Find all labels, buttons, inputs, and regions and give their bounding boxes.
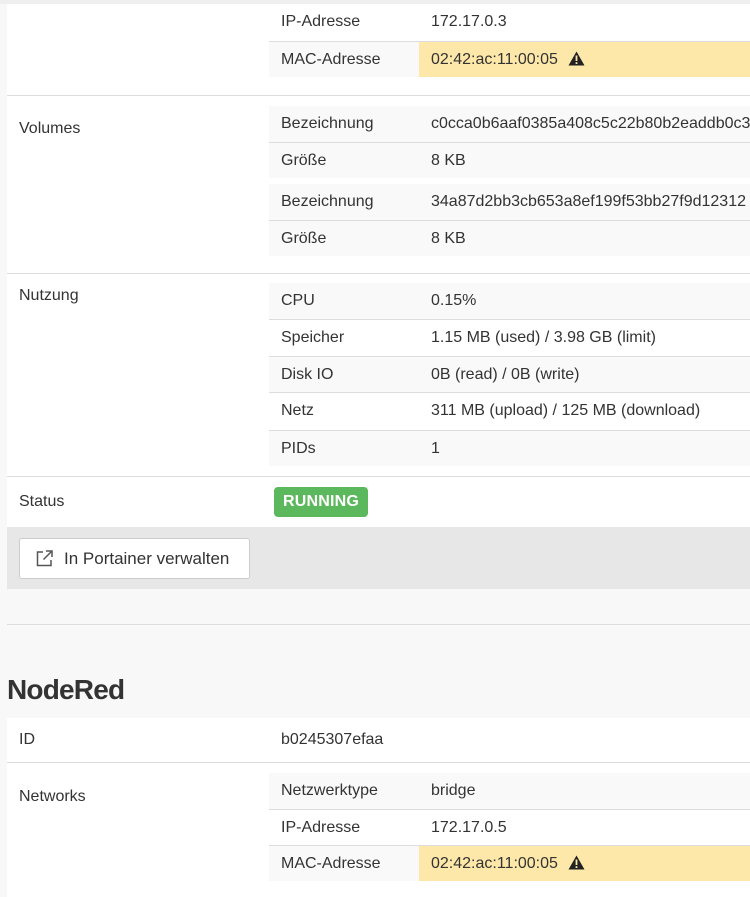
usage-pids-row: PIDs 1 — [269, 430, 750, 466]
nodered-card: ID b0245307efaa Networks Netzwerktype br… — [7, 718, 750, 897]
volume-name-row: Bezeichnung 34a87d2bb3cb653a8ef199f53bb2… — [269, 184, 750, 220]
kv-key: Größe — [281, 230, 327, 247]
id-value: b0245307efaa — [281, 731, 384, 748]
external-link-icon — [36, 550, 53, 567]
warning-icon — [568, 51, 585, 66]
id-label: ID — [19, 731, 35, 748]
kv-value: 172.17.0.5 — [431, 819, 507, 836]
mac-warning-value: 02:42:ac:11:00:05 — [419, 846, 750, 881]
kv-value: 8 KB — [431, 152, 466, 169]
kv-value: 8 KB — [431, 230, 466, 247]
kv-key: CPU — [281, 292, 315, 309]
networks-label: Networks — [19, 788, 86, 805]
kv-value: 311 MB (upload) / 125 MB (download) — [431, 402, 701, 419]
manage-in-portainer-button[interactable]: In Portainer verwalten — [19, 538, 250, 579]
usage-memory-row: Speicher 1.15 MB (used) / 3.98 GB (limit… — [269, 319, 750, 355]
kv-key: Speicher — [281, 329, 345, 346]
button-label: In Portainer verwalten — [64, 549, 230, 568]
kv-ip-address: IP-Adresse 172.17.0.3 — [269, 4, 750, 41]
kv-value: 02:42:ac:11:00:05 — [431, 51, 558, 68]
networks-section-tail: IP-Adresse 172.17.0.3 MAC-Adresse 02:42:… — [7, 4, 750, 95]
kv-ip-address: IP-Adresse 172.17.0.5 — [269, 809, 750, 845]
usage-disk-row: Disk IO 0B (read) / 0B (write) — [269, 356, 750, 392]
volume-size-row: Größe 8 KB — [269, 220, 750, 256]
status-label: Status — [19, 493, 65, 510]
kv-key: IP-Adresse — [281, 13, 361, 30]
usage-row: Nutzung CPU 0.15% Speicher 1.15 MB (used… — [7, 273, 750, 477]
kv-mac-address: MAC-Adresse 02:42:ac:11:00:05 — [269, 41, 750, 77]
kv-network-type: Netzwerktype bridge — [269, 773, 750, 809]
warning-icon — [568, 855, 585, 870]
kv-key: Größe — [281, 152, 327, 169]
volumes-row: Volumes Bezeichnung c0cca0b6aaf0385a408c… — [7, 95, 750, 273]
kv-key: MAC-Adresse — [281, 855, 381, 872]
volumes-section: Volumes Bezeichnung c0cca0b6aaf0385a408c… — [7, 95, 750, 273]
page: IP-Adresse 172.17.0.3 MAC-Adresse 02:42:… — [0, 0, 750, 897]
kv-value: 172.17.0.3 — [431, 13, 507, 30]
status-row: Status — [7, 476, 750, 527]
usage-cpu-row: CPU 0.15% — [269, 283, 750, 319]
volume-size-row: Größe 8 KB — [269, 142, 750, 178]
status-section: Status — [7, 476, 750, 527]
card-footer: In Portainer verwalten — [7, 527, 750, 589]
kv-value: 0.15% — [431, 292, 477, 309]
kv-value: c0cca0b6aaf0385a408c5c22b80b2eaddb0c3 — [431, 115, 750, 132]
kv-value: 1 — [431, 440, 440, 457]
kv-key: Bezeichnung — [281, 115, 374, 132]
usage-net-row: Netz 311 MB (upload) / 125 MB (download) — [269, 392, 750, 428]
kv-value: 34a87d2bb3cb653a8ef199f53bb27f9d12312 — [431, 193, 746, 210]
usage-section: Nutzung CPU 0.15% Speicher 1.15 MB (used… — [7, 273, 750, 477]
kv-key: Disk IO — [281, 366, 334, 383]
kv-value: 02:42:ac:11:00:05 — [431, 855, 558, 872]
networks-row: Networks Netzwerktype bridge IP-Adresse … — [7, 762, 750, 897]
kv-key: Bezeichnung — [281, 193, 374, 210]
kv-key: MAC-Adresse — [281, 51, 381, 68]
kv-mac-address: MAC-Adresse 02:42:ac:11:00:05 — [269, 845, 750, 881]
container-title: NodeRed — [7, 674, 125, 705]
kv-value: bridge — [431, 782, 476, 799]
kv-key: IP-Adresse — [281, 819, 361, 836]
section-separator — [7, 624, 750, 625]
volumes-label: Volumes — [19, 120, 81, 137]
kv-value: 0B (read) / 0B (write) — [431, 366, 580, 383]
usage-label: Nutzung — [19, 287, 79, 304]
kv-value: 1.15 MB (used) / 3.98 GB (limit) — [431, 329, 656, 346]
kv-key: Netz — [281, 402, 314, 419]
status-badge: RUNNING — [274, 487, 369, 517]
mac-warning-value: 02:42:ac:11:00:05 — [419, 42, 750, 77]
volume-name-row: Bezeichnung c0cca0b6aaf0385a408c5c22b80b… — [269, 106, 750, 142]
kv-key: Netzwerktype — [281, 782, 378, 799]
kv-key: PIDs — [281, 440, 316, 457]
id-row: ID b0245307efaa — [7, 718, 750, 762]
